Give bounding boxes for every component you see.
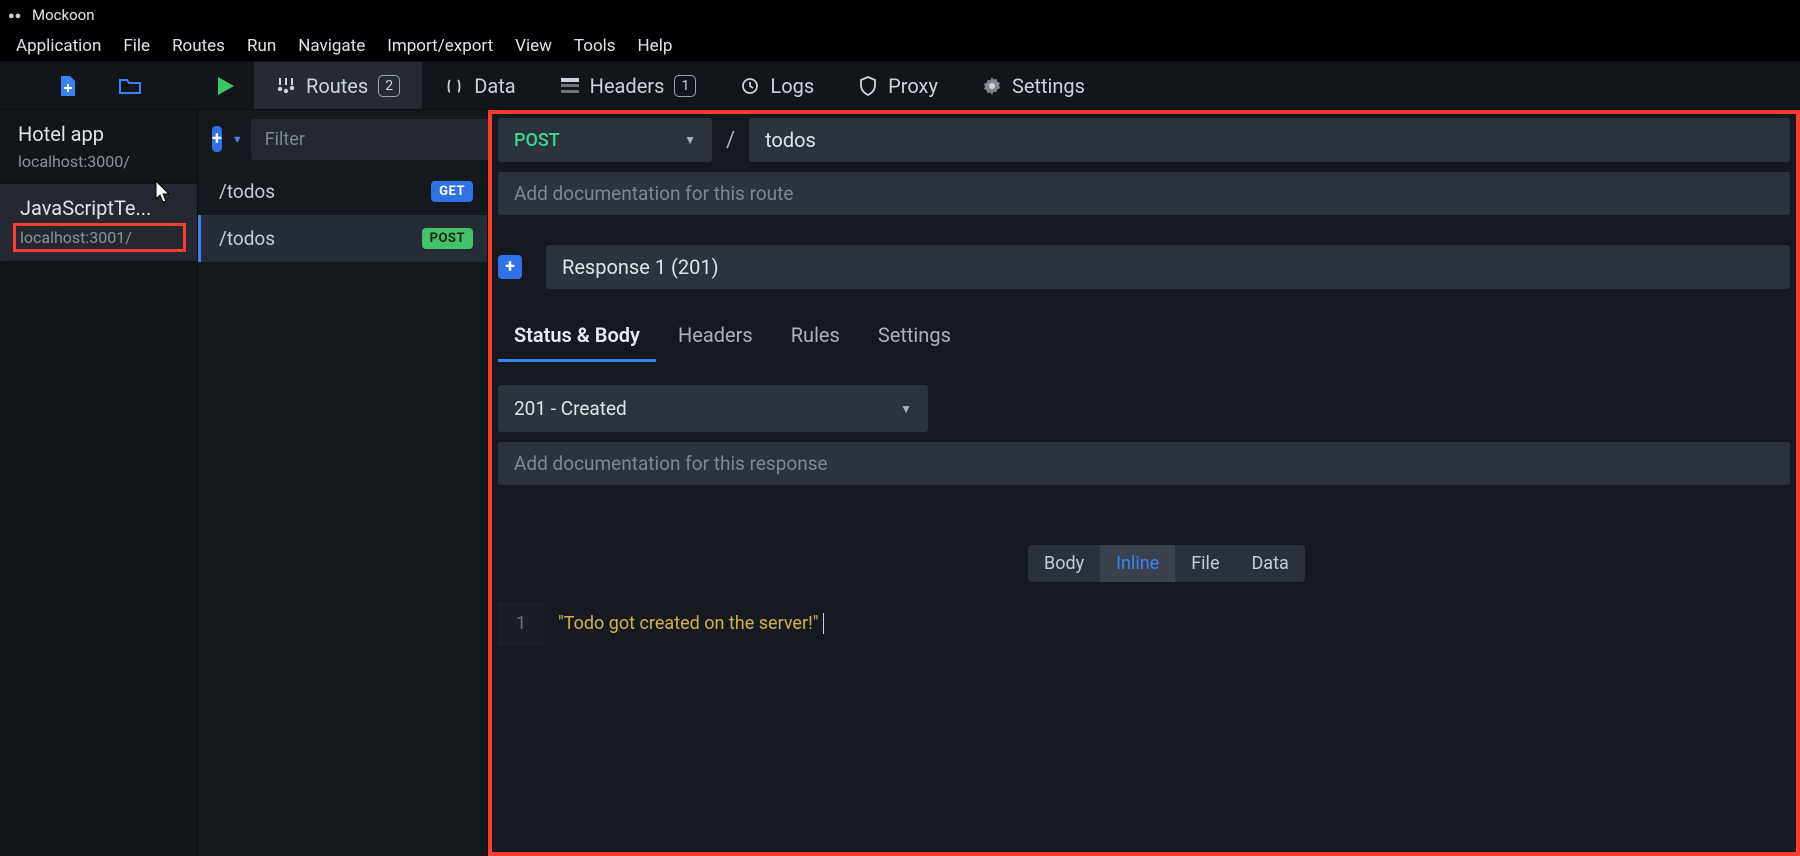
menu-navigate[interactable]: Navigate [288, 32, 375, 60]
window-title: Mockoon [32, 6, 95, 24]
body-type-inline[interactable]: Inline [1100, 545, 1175, 582]
chevron-down-icon: ▼ [900, 402, 912, 416]
tab-logs[interactable]: Logs [718, 62, 836, 109]
tab-data-label: Data [474, 74, 515, 98]
app-icon: ●● [8, 7, 24, 23]
method-badge-post: POST [422, 228, 473, 249]
data-icon [444, 76, 464, 96]
filter-input[interactable] [251, 119, 507, 160]
tab-headers[interactable]: Headers 1 [538, 62, 719, 109]
path-separator: / [720, 118, 741, 162]
environment-host: localhost:3000/ [18, 152, 183, 171]
toolbar-left [0, 75, 198, 97]
subtab-rules[interactable]: Rules [775, 311, 856, 362]
environment-item-0[interactable]: Hotel app localhost:3000/ [0, 110, 197, 184]
tab-proxy[interactable]: Proxy [836, 62, 960, 109]
menu-routes[interactable]: Routes [162, 32, 235, 60]
tab-logs-label: Logs [770, 74, 814, 98]
tab-routes-badge: 2 [378, 75, 400, 97]
method-select-value: POST [514, 130, 560, 151]
method-badge-get: GET [431, 181, 473, 202]
editor-content[interactable]: "Todo got created on the server!" [544, 602, 1790, 646]
toolbar: Routes 2 Data Headers 1 Logs Pro [0, 62, 1800, 110]
route-detail-pane: POST ▼ / + Response 1 (201) Status & Bod… [488, 110, 1800, 856]
menu-view[interactable]: View [505, 32, 562, 60]
path-input[interactable] [749, 118, 1790, 162]
subtab-status-body[interactable]: Status & Body [498, 311, 656, 362]
route-item-1[interactable]: /todos POST [198, 215, 487, 262]
route-doc-input[interactable] [498, 172, 1790, 215]
body-editor[interactable]: 1 "Todo got created on the server!" [498, 602, 1790, 646]
body-type-file[interactable]: File [1175, 545, 1235, 582]
route-path: /todos [219, 227, 275, 250]
window-titlebar: ●● Mockoon [0, 0, 1800, 30]
proxy-icon [858, 76, 878, 96]
body-type-data[interactable]: Data [1235, 545, 1304, 582]
play-icon[interactable] [215, 75, 237, 97]
menu-application[interactable]: Application [6, 32, 111, 60]
tab-settings[interactable]: Settings [960, 62, 1107, 109]
tab-proxy-label: Proxy [888, 74, 938, 98]
environment-host: localhost:3001/ [16, 226, 183, 249]
route-path: /todos [219, 180, 275, 203]
text-cursor [818, 613, 823, 634]
method-select[interactable]: POST ▼ [498, 118, 712, 162]
body-type-toggle: Body Inline File Data [1028, 545, 1305, 582]
toolbar-play [198, 75, 254, 97]
menu-help[interactable]: Help [628, 32, 683, 60]
response-sub-tabs: Status & Body Headers Rules Settings [498, 311, 1790, 363]
tab-routes-label: Routes [306, 74, 368, 98]
tab-routes[interactable]: Routes 2 [254, 62, 422, 109]
toolbar-tabs: Routes 2 Data Headers 1 Logs Pro [254, 62, 1107, 109]
menubar: Application File Routes Run Navigate Imp… [0, 30, 1800, 62]
route-item-0[interactable]: /todos GET [198, 168, 487, 215]
main: Hotel app localhost:3000/ JavaScriptTe..… [0, 110, 1800, 856]
response-select-value: Response 1 (201) [562, 255, 719, 279]
routes-header: + ▼ [198, 110, 487, 168]
response-row: + Response 1 (201) [498, 245, 1790, 289]
chevron-down-icon: ▼ [684, 133, 696, 147]
new-file-icon[interactable] [57, 75, 79, 97]
add-route-button[interactable]: + [212, 126, 222, 152]
environment-name: JavaScriptTe... [20, 196, 183, 220]
tab-data[interactable]: Data [422, 62, 537, 109]
open-folder-icon[interactable] [119, 75, 141, 97]
route-method-path-row: POST ▼ / [488, 110, 1800, 162]
environment-name: Hotel app [18, 122, 183, 146]
settings-icon [982, 76, 1002, 96]
menu-run[interactable]: Run [237, 32, 286, 60]
body-type-label: Body [1028, 545, 1100, 582]
status-code-select[interactable]: 201 - Created ▼ [498, 385, 928, 432]
route-list: /todos GET /todos POST [198, 168, 487, 262]
menu-import[interactable]: Import/export [377, 32, 503, 60]
subtab-settings[interactable]: Settings [862, 311, 967, 362]
add-route-dropdown-icon[interactable]: ▼ [232, 133, 243, 146]
tab-settings-label: Settings [1012, 74, 1085, 98]
line-number: 1 [498, 608, 544, 640]
menu-file[interactable]: File [113, 32, 160, 60]
environment-item-1[interactable]: JavaScriptTe... localhost:3001/ [0, 184, 197, 262]
routes-icon [276, 76, 296, 96]
response-select[interactable]: Response 1 (201) [546, 245, 1790, 289]
tab-headers-label: Headers [590, 74, 665, 98]
status-code-value: 201 - Created [514, 397, 627, 420]
routes-list-pane: + ▼ /todos GET /todos POST [198, 110, 488, 856]
subtab-headers[interactable]: Headers [662, 311, 769, 362]
add-response-button[interactable]: + [498, 255, 522, 279]
tab-headers-badge: 1 [674, 75, 696, 97]
editor-gutter: 1 [498, 602, 544, 646]
logs-icon [740, 76, 760, 96]
headers-icon [560, 76, 580, 96]
editor-line: "Todo got created on the server!" [558, 613, 818, 634]
menu-tools[interactable]: Tools [564, 32, 626, 60]
environments-pane: Hotel app localhost:3000/ JavaScriptTe..… [0, 110, 198, 856]
response-doc-input[interactable] [498, 442, 1790, 485]
